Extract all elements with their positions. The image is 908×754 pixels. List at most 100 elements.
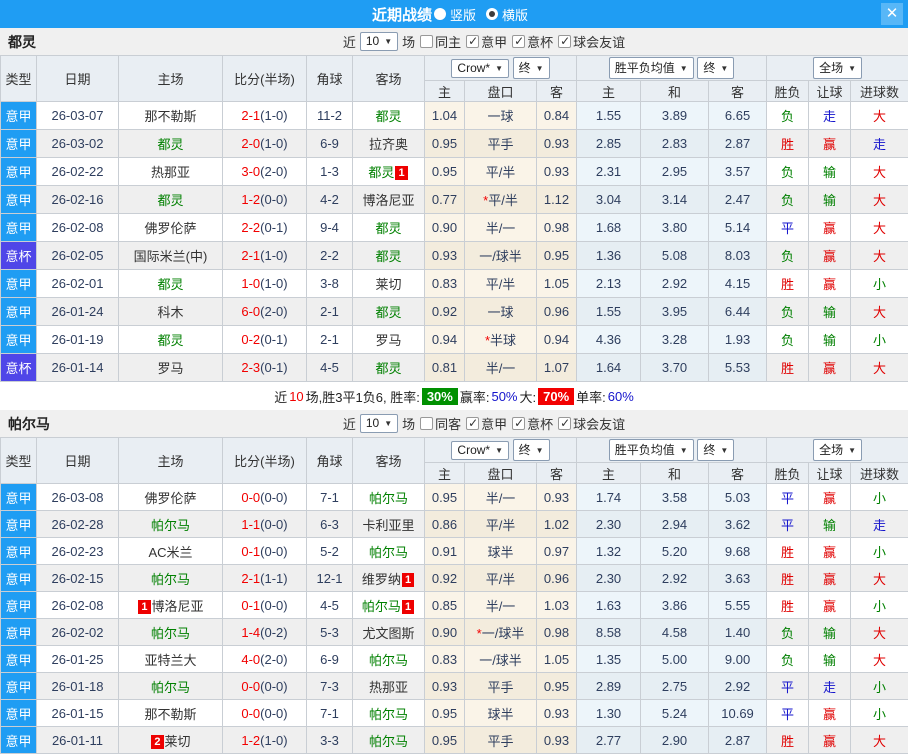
half-score: (1-0) <box>260 276 287 291</box>
handicap-text: 一/球半 <box>482 626 525 641</box>
result-badge: 胜 <box>767 565 809 592</box>
same-home-checkbox[interactable] <box>420 35 433 48</box>
vertical-layout-radio[interactable] <box>434 8 446 20</box>
goals-result: 大 <box>851 565 908 592</box>
let-ball-result: 输 <box>809 646 851 673</box>
scope-select[interactable]: 全场 <box>813 57 862 79</box>
away-team: 罗马 <box>375 333 401 348</box>
col-home: 主场 <box>119 438 223 484</box>
match-count-select[interactable]: 10 <box>360 414 398 433</box>
home-team: 都灵 <box>157 193 183 208</box>
mean-home: 1.36 <box>577 242 641 270</box>
goals-result: 大 <box>851 298 908 326</box>
home-team: 罗马 <box>157 361 183 376</box>
match-date: 26-01-25 <box>37 646 119 673</box>
serie-a-checkbox[interactable] <box>466 35 479 48</box>
corner-count: 6-9 <box>307 646 353 673</box>
let-ball-result: 赢 <box>809 538 851 565</box>
away-team: 维罗纳 <box>362 572 401 587</box>
horizontal-layout-label: 横版 <box>502 5 528 24</box>
summary-near: 近 <box>274 387 287 406</box>
cup-checkbox[interactable] <box>512 35 525 48</box>
mean-group-header: 胜平负均值 终 <box>577 438 767 463</box>
half-score: (0-0) <box>260 192 287 207</box>
home-team-cell: 帕尔马 <box>119 619 223 646</box>
corner-count: 9-4 <box>307 214 353 242</box>
away-team: 都灵 <box>375 305 401 320</box>
single-label: 单率: <box>576 387 606 406</box>
red-card-badge: 1 <box>395 166 407 180</box>
goals-result: 小 <box>851 538 908 565</box>
col-odds-home: 主 <box>425 81 465 102</box>
close-icon[interactable]: ✕ <box>881 3 903 25</box>
home-team-cell: 帕尔马 <box>119 565 223 592</box>
result-badge: 胜 <box>767 727 809 754</box>
final-odds-select[interactable]: 终 <box>513 439 550 461</box>
handicap: 一球 <box>465 102 537 130</box>
odds-home: 0.93 <box>425 242 465 270</box>
goals-result: 大 <box>851 646 908 673</box>
serie-a-checkbox[interactable] <box>466 417 479 430</box>
away-team: 都灵 <box>375 361 401 376</box>
mean-home: 2.89 <box>577 673 641 700</box>
bookmaker-select[interactable]: Crow* <box>451 59 509 78</box>
handicap: 平/半 <box>465 565 537 592</box>
mean-away: 2.87 <box>709 727 767 754</box>
result-badge: 平 <box>767 673 809 700</box>
let-ball-result: 赢 <box>809 242 851 270</box>
home-team-cell: 都灵 <box>119 270 223 298</box>
win-rate-badge: 30% <box>422 388 458 405</box>
handicap-text: 平/半 <box>486 165 516 180</box>
mean-type-select[interactable]: 胜平负均值 <box>609 439 694 461</box>
league-badge: 意甲 <box>1 673 37 700</box>
full-score: 2-0 <box>241 136 260 151</box>
cup-checkbox[interactable] <box>512 417 525 430</box>
handicap-text: 平手 <box>487 734 513 749</box>
profit-label: 赢率: <box>460 387 490 406</box>
match-row: 意甲26-01-19都灵0-2(0-1)2-1罗马0.94*半球0.944.36… <box>1 326 908 354</box>
mean-draw: 3.28 <box>641 326 709 354</box>
horizontal-layout-radio[interactable] <box>486 8 498 20</box>
friendly-checkbox[interactable] <box>558 35 571 48</box>
same-away-checkbox[interactable] <box>420 417 433 430</box>
friendly-checkbox[interactable] <box>558 417 571 430</box>
handicap: *半球 <box>465 326 537 354</box>
final-mean-select[interactable]: 终 <box>697 439 734 461</box>
let-ball-result: 输 <box>809 511 851 538</box>
bookmaker-select[interactable]: Crow* <box>451 441 509 460</box>
handicap: *一/球半 <box>465 619 537 646</box>
mean-away: 1.40 <box>709 619 767 646</box>
full-score: 1-0 <box>241 276 260 291</box>
half-score: (0-1) <box>260 360 287 375</box>
match-row: 意甲26-02-16都灵1-2(0-0)4-2博洛尼亚0.77*平/半1.123… <box>1 186 908 214</box>
match-date: 26-02-28 <box>37 511 119 538</box>
home-team: 国际米兰(中) <box>134 249 208 264</box>
corner-count: 1-3 <box>307 158 353 186</box>
match-date: 26-02-02 <box>37 619 119 646</box>
mean-home: 1.68 <box>577 214 641 242</box>
half-score: (0-0) <box>260 706 287 721</box>
final-mean-select[interactable]: 终 <box>697 57 734 79</box>
final-odds-select[interactable]: 终 <box>513 57 550 79</box>
score-cell: 2-2(0-1) <box>223 214 307 242</box>
away-team: 都灵 <box>375 221 401 236</box>
scope-select[interactable]: 全场 <box>813 439 862 461</box>
home-team-cell: 帕尔马 <box>119 511 223 538</box>
scope-group-header: 全场 <box>767 56 908 81</box>
score-cell: 1-4(0-2) <box>223 619 307 646</box>
full-score: 1-2 <box>241 192 260 207</box>
mean-type-select[interactable]: 胜平负均值 <box>609 57 694 79</box>
home-team: 热那亚 <box>151 165 190 180</box>
away-team: 都灵 <box>375 249 401 264</box>
corner-count: 7-3 <box>307 673 353 700</box>
match-count-select[interactable]: 10 <box>360 32 398 51</box>
away-team-cell: 帕尔马 <box>353 646 425 673</box>
league-badge: 意杯 <box>1 242 37 270</box>
full-score: 1-2 <box>241 733 260 748</box>
away-team-cell: 维罗纳1 <box>353 565 425 592</box>
odds-away: 0.97 <box>537 538 577 565</box>
profit-value: 50% <box>491 389 517 404</box>
col-away: 客场 <box>353 438 425 484</box>
goals-result: 走 <box>851 511 908 538</box>
mean-draw: 3.80 <box>641 214 709 242</box>
